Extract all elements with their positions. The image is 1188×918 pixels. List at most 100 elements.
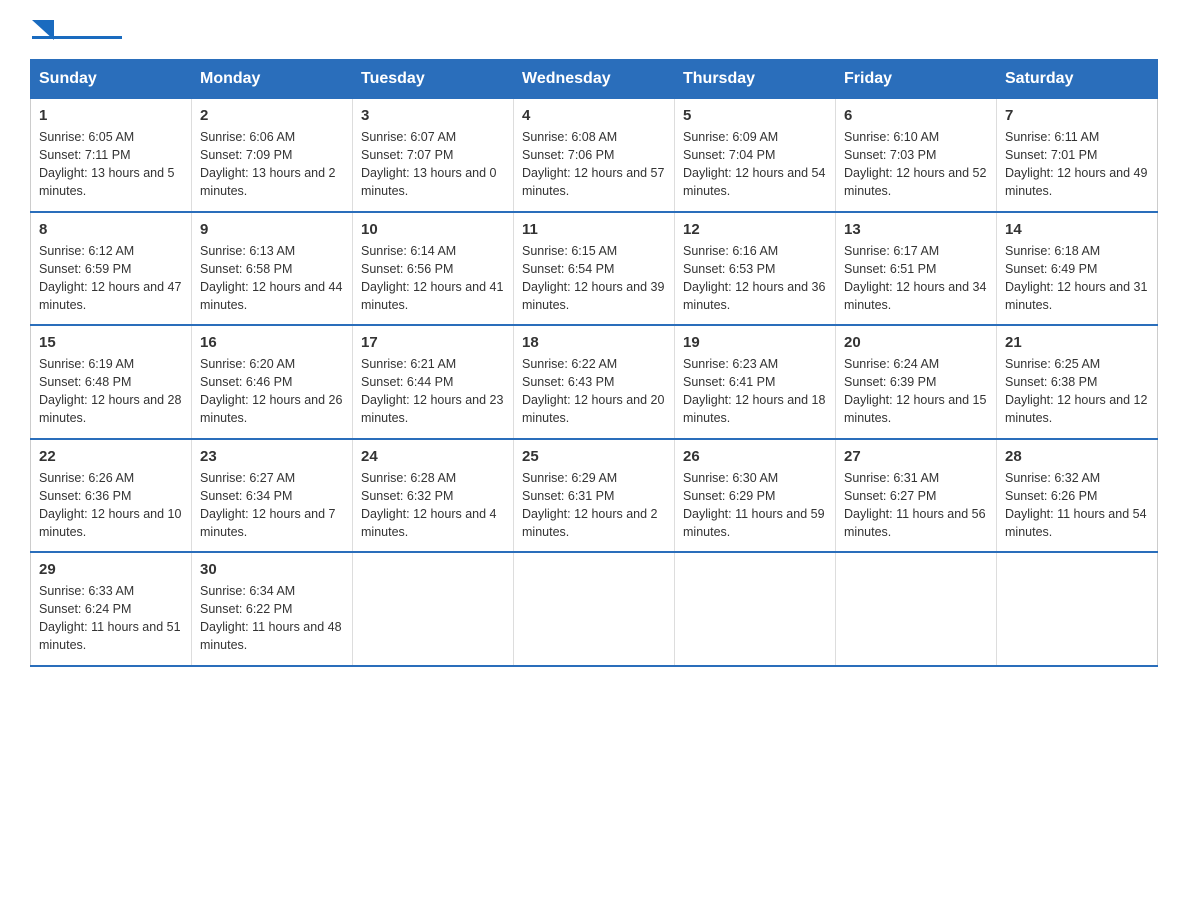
calendar-cell: 24 Sunrise: 6:28 AMSunset: 6:32 PMDayligh… xyxy=(353,439,514,553)
calendar-cell: 9 Sunrise: 6:13 AMSunset: 6:58 PMDaylight… xyxy=(192,212,353,326)
calendar-cell: 19 Sunrise: 6:23 AMSunset: 6:41 PMDayligh… xyxy=(675,325,836,439)
weekday-header-thursday: Thursday xyxy=(675,60,836,99)
day-info: Sunrise: 6:21 AMSunset: 6:44 PMDaylight:… xyxy=(361,355,505,428)
day-info: Sunrise: 6:34 AMSunset: 6:22 PMDaylight:… xyxy=(200,582,344,655)
calendar-cell: 20Sunrise: 6:24 AMSunset: 6:39 PMDayligh… xyxy=(836,325,997,439)
day-number: 28 xyxy=(1005,448,1149,465)
calendar-cell: 21 Sunrise: 6:25 AMSunset: 6:38 PMDayligh… xyxy=(997,325,1158,439)
calendar-cell: 10Sunrise: 6:14 AMSunset: 6:56 PMDayligh… xyxy=(353,212,514,326)
weekday-header-monday: Monday xyxy=(192,60,353,99)
weekday-header-row: SundayMondayTuesdayWednesdayThursdayFrid… xyxy=(31,60,1158,99)
day-number: 3 xyxy=(361,107,505,124)
calendar-cell: 11 Sunrise: 6:15 AMSunset: 6:54 PMDayligh… xyxy=(514,212,675,326)
calendar-cell: 5 Sunrise: 6:09 AMSunset: 7:04 PMDaylight… xyxy=(675,99,836,212)
day-info: Sunrise: 6:07 AMSunset: 7:07 PMDaylight:… xyxy=(361,128,505,201)
day-info: Sunrise: 6:12 AMSunset: 6:59 PMDaylight:… xyxy=(39,242,183,315)
day-info: Sunrise: 6:22 AMSunset: 6:43 PMDaylight:… xyxy=(522,355,666,428)
calendar-cell: 17 Sunrise: 6:21 AMSunset: 6:44 PMDayligh… xyxy=(353,325,514,439)
day-number: 6 xyxy=(844,107,988,124)
calendar-cell: 16 Sunrise: 6:20 AMSunset: 6:46 PMDayligh… xyxy=(192,325,353,439)
calendar-cell: 3 Sunrise: 6:07 AMSunset: 7:07 PMDaylight… xyxy=(353,99,514,212)
day-info: Sunrise: 6:08 AMSunset: 7:06 PMDaylight:… xyxy=(522,128,666,201)
day-number: 29 xyxy=(39,561,183,578)
day-info: Sunrise: 6:29 AMSunset: 6:31 PMDaylight:… xyxy=(522,469,666,542)
day-info: Sunrise: 6:27 AMSunset: 6:34 PMDaylight:… xyxy=(200,469,344,542)
day-number: 11 xyxy=(522,221,666,238)
day-number: 23 xyxy=(200,448,344,465)
weekday-header-sunday: Sunday xyxy=(31,60,192,99)
calendar-week-2: 8 Sunrise: 6:12 AMSunset: 6:59 PMDaylight… xyxy=(31,212,1158,326)
day-info: Sunrise: 6:18 AMSunset: 6:49 PMDaylight:… xyxy=(1005,242,1149,315)
calendar-cell xyxy=(836,552,997,666)
day-number: 17 xyxy=(361,334,505,351)
calendar-cell xyxy=(353,552,514,666)
day-number: 2 xyxy=(200,107,344,124)
day-number: 24 xyxy=(361,448,505,465)
calendar-cell: 2 Sunrise: 6:06 AMSunset: 7:09 PMDaylight… xyxy=(192,99,353,212)
day-info: Sunrise: 6:16 AMSunset: 6:53 PMDaylight:… xyxy=(683,242,827,315)
calendar-cell: 12 Sunrise: 6:16 AMSunset: 6:53 PMDayligh… xyxy=(675,212,836,326)
day-number: 12 xyxy=(683,221,827,238)
day-number: 4 xyxy=(522,107,666,124)
calendar-cell xyxy=(997,552,1158,666)
calendar-cell: 23 Sunrise: 6:27 AMSunset: 6:34 PMDayligh… xyxy=(192,439,353,553)
calendar-week-4: 22 Sunrise: 6:26 AMSunset: 6:36 PMDayligh… xyxy=(31,439,1158,553)
calendar-table: SundayMondayTuesdayWednesdayThursdayFrid… xyxy=(30,59,1158,667)
calendar-cell: 6 Sunrise: 6:10 AMSunset: 7:03 PMDaylight… xyxy=(836,99,997,212)
day-info: Sunrise: 6:10 AMSunset: 7:03 PMDaylight:… xyxy=(844,128,988,201)
day-info: Sunrise: 6:33 AMSunset: 6:24 PMDaylight:… xyxy=(39,582,183,655)
page-header xyxy=(30,20,1158,39)
weekday-header-wednesday: Wednesday xyxy=(514,60,675,99)
calendar-cell: 29 Sunrise: 6:33 AMSunset: 6:24 PMDayligh… xyxy=(31,552,192,666)
weekday-header-tuesday: Tuesday xyxy=(353,60,514,99)
calendar-week-1: 1Sunrise: 6:05 AMSunset: 7:11 PMDaylight… xyxy=(31,99,1158,212)
day-number: 7 xyxy=(1005,107,1149,124)
day-info: Sunrise: 6:25 AMSunset: 6:38 PMDaylight:… xyxy=(1005,355,1149,428)
day-number: 9 xyxy=(200,221,344,238)
calendar-cell: 18 Sunrise: 6:22 AMSunset: 6:43 PMDayligh… xyxy=(514,325,675,439)
day-number: 8 xyxy=(39,221,183,238)
day-info: Sunrise: 6:23 AMSunset: 6:41 PMDaylight:… xyxy=(683,355,827,428)
calendar-cell: 4 Sunrise: 6:08 AMSunset: 7:06 PMDaylight… xyxy=(514,99,675,212)
day-number: 10 xyxy=(361,221,505,238)
calendar-cell: 30 Sunrise: 6:34 AMSunset: 6:22 PMDayligh… xyxy=(192,552,353,666)
calendar-cell xyxy=(675,552,836,666)
calendar-cell: 7 Sunrise: 6:11 AMSunset: 7:01 PMDaylight… xyxy=(997,99,1158,212)
day-info: Sunrise: 6:05 AMSunset: 7:11 PMDaylight:… xyxy=(39,128,183,201)
day-number: 15 xyxy=(39,334,183,351)
calendar-cell: 8 Sunrise: 6:12 AMSunset: 6:59 PMDaylight… xyxy=(31,212,192,326)
day-number: 16 xyxy=(200,334,344,351)
day-info: Sunrise: 6:15 AMSunset: 6:54 PMDaylight:… xyxy=(522,242,666,315)
day-info: Sunrise: 6:20 AMSunset: 6:46 PMDaylight:… xyxy=(200,355,344,428)
day-info: Sunrise: 6:11 AMSunset: 7:01 PMDaylight:… xyxy=(1005,128,1149,201)
day-number: 18 xyxy=(522,334,666,351)
calendar-cell: 26 Sunrise: 6:30 AMSunset: 6:29 PMDayligh… xyxy=(675,439,836,553)
day-number: 22 xyxy=(39,448,183,465)
day-info: Sunrise: 6:06 AMSunset: 7:09 PMDaylight:… xyxy=(200,128,344,201)
day-number: 21 xyxy=(1005,334,1149,351)
calendar-cell: 28 Sunrise: 6:32 AMSunset: 6:26 PMDayligh… xyxy=(997,439,1158,553)
day-info: Sunrise: 6:28 AMSunset: 6:32 PMDaylight:… xyxy=(361,469,505,542)
calendar-week-3: 15 Sunrise: 6:19 AMSunset: 6:48 PMDayligh… xyxy=(31,325,1158,439)
day-info: Sunrise: 6:09 AMSunset: 7:04 PMDaylight:… xyxy=(683,128,827,201)
day-info: Sunrise: 6:26 AMSunset: 6:36 PMDaylight:… xyxy=(39,469,183,542)
day-info: Sunrise: 6:31 AMSunset: 6:27 PMDaylight:… xyxy=(844,469,988,542)
calendar-cell: 27Sunrise: 6:31 AMSunset: 6:27 PMDayligh… xyxy=(836,439,997,553)
weekday-header-friday: Friday xyxy=(836,60,997,99)
day-number: 25 xyxy=(522,448,666,465)
day-number: 26 xyxy=(683,448,827,465)
day-number: 20 xyxy=(844,334,988,351)
calendar-cell: 15 Sunrise: 6:19 AMSunset: 6:48 PMDayligh… xyxy=(31,325,192,439)
day-info: Sunrise: 6:30 AMSunset: 6:29 PMDaylight:… xyxy=(683,469,827,542)
weekday-header-saturday: Saturday xyxy=(997,60,1158,99)
day-number: 14 xyxy=(1005,221,1149,238)
day-info: Sunrise: 6:19 AMSunset: 6:48 PMDaylight:… xyxy=(39,355,183,428)
day-info: Sunrise: 6:13 AMSunset: 6:58 PMDaylight:… xyxy=(200,242,344,315)
day-number: 30 xyxy=(200,561,344,578)
day-info: Sunrise: 6:17 AMSunset: 6:51 PMDaylight:… xyxy=(844,242,988,315)
day-number: 19 xyxy=(683,334,827,351)
day-number: 5 xyxy=(683,107,827,124)
day-info: Sunrise: 6:32 AMSunset: 6:26 PMDaylight:… xyxy=(1005,469,1149,542)
calendar-cell: 22 Sunrise: 6:26 AMSunset: 6:36 PMDayligh… xyxy=(31,439,192,553)
calendar-cell xyxy=(514,552,675,666)
